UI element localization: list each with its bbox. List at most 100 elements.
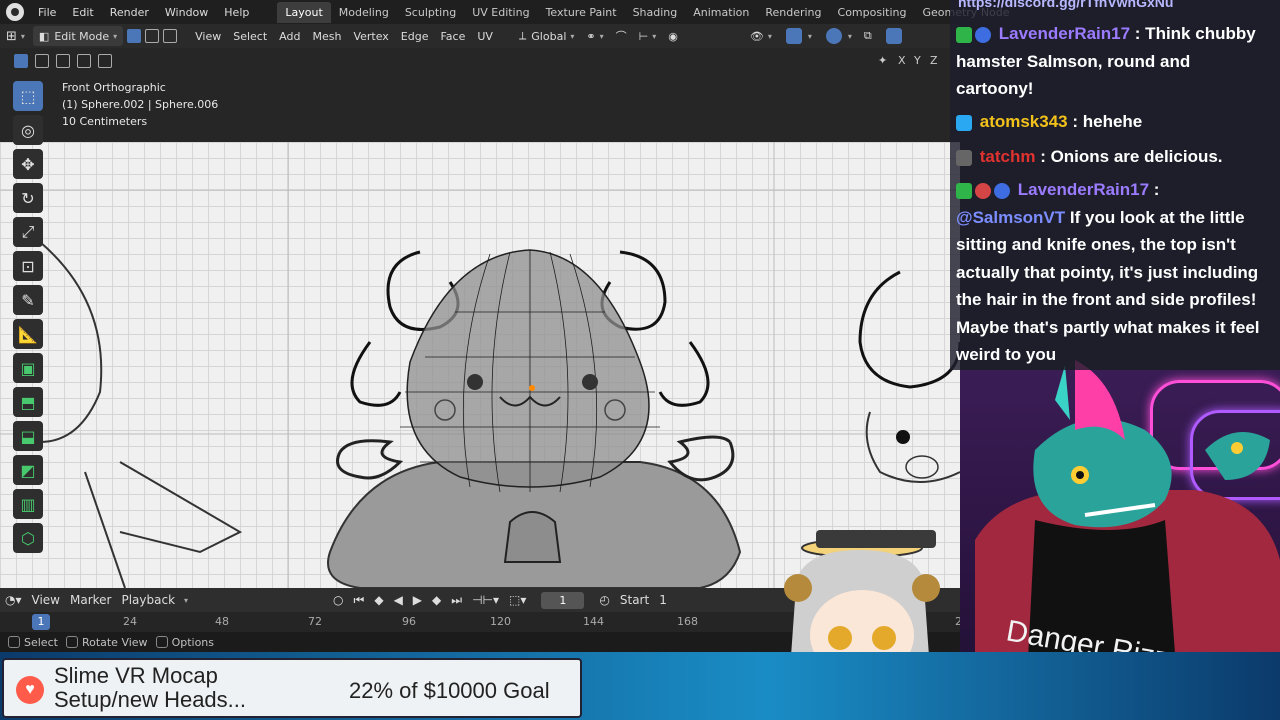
keyframe-type-icon[interactable]: ⬚▾ xyxy=(504,593,531,607)
knife-tool-icon[interactable]: ⬡ xyxy=(13,523,43,553)
menu-mesh[interactable]: Mesh xyxy=(306,26,347,46)
snap-icon[interactable]: ⌒ xyxy=(610,26,633,46)
select-new-icon[interactable] xyxy=(14,54,28,68)
menu-add[interactable]: Add xyxy=(273,26,306,46)
select-invert-icon[interactable] xyxy=(77,54,91,68)
chat-username[interactable]: tatchm xyxy=(980,147,1036,166)
menu-render[interactable]: Render xyxy=(102,6,157,19)
chat-mention[interactable]: @SalmsonVT xyxy=(956,208,1065,227)
chat-text: : xyxy=(1149,180,1160,199)
start-frame-field[interactable]: 1 xyxy=(654,593,672,607)
chat-text: : Onions are delicious. xyxy=(1035,147,1223,166)
next-keyframe-icon[interactable]: ◆ xyxy=(427,593,446,607)
pivot-icon[interactable]: ⚭ ▾ xyxy=(580,26,609,46)
current-frame-indicator[interactable]: 1 xyxy=(32,614,50,630)
play-reverse-icon[interactable]: ◀ xyxy=(389,593,408,607)
tick-label: 72 xyxy=(308,615,322,628)
menu-edit[interactable]: Edit xyxy=(64,6,101,19)
xray-icon[interactable]: ⧉ xyxy=(858,26,878,46)
rotate-tool-icon[interactable]: ↻ xyxy=(13,183,43,213)
tab-animation[interactable]: Animation xyxy=(685,2,757,23)
menu-select[interactable]: Select xyxy=(227,26,273,46)
menu-file[interactable]: File xyxy=(30,6,64,19)
inset-tool-icon[interactable]: ⬓ xyxy=(13,421,43,451)
start-label: Start xyxy=(619,593,650,607)
timeline-editor-icon[interactable]: ◔▾ xyxy=(0,593,27,607)
orientation-icon: ⟂ xyxy=(518,29,527,42)
chat-username[interactable]: LavenderRain17 xyxy=(1018,180,1149,199)
overlay-icon[interactable]: ▾ xyxy=(818,26,858,46)
scale-tool-icon[interactable]: ⤢ xyxy=(13,217,43,247)
chat-message: LavenderRain17 : @SalmsonVT If you look … xyxy=(956,176,1272,369)
cursor-tool-icon[interactable]: ◎ xyxy=(13,115,43,145)
transform-tool-icon[interactable]: ⊡ xyxy=(13,251,43,281)
tab-modeling[interactable]: Modeling xyxy=(331,2,397,23)
vip-badge-icon xyxy=(975,182,991,199)
play-icon[interactable]: ▶ xyxy=(408,593,427,607)
menu-help[interactable]: Help xyxy=(216,6,257,19)
blender-logo-icon[interactable] xyxy=(6,3,24,21)
menu-window[interactable]: Window xyxy=(157,6,216,19)
tab-texture-paint[interactable]: Texture Paint xyxy=(538,2,625,23)
select-extend-icon[interactable] xyxy=(35,54,49,68)
tab-uv-editing[interactable]: UV Editing xyxy=(464,2,537,23)
move-tool-icon[interactable]: ✥ xyxy=(13,149,43,179)
tab-rendering[interactable]: Rendering xyxy=(757,2,829,23)
tab-compositing[interactable]: Compositing xyxy=(830,2,915,23)
tick-label: 168 xyxy=(677,615,698,628)
face-select-icon[interactable] xyxy=(163,29,178,43)
add-cube-tool-icon[interactable]: ▣ xyxy=(13,353,43,383)
axis-z-toggle[interactable]: Z xyxy=(930,54,938,67)
jump-start-icon[interactable]: ⏮ xyxy=(349,593,370,608)
goal-title: Slime VR Mocap Setup/new Heads... xyxy=(54,663,247,712)
select-subtract-icon[interactable] xyxy=(56,54,70,68)
chat-username[interactable]: atomsk343 xyxy=(980,112,1068,131)
proportional-edit-icon[interactable]: ◉ xyxy=(662,26,684,46)
tab-sculpting[interactable]: Sculpting xyxy=(397,2,464,23)
chat-message: atomsk343 : hehehe xyxy=(956,108,1272,136)
orientation-dropdown[interactable]: ⟂ Global ▾ xyxy=(513,26,580,46)
editor-type-button[interactable]: ⊞ ▾ xyxy=(0,26,31,46)
moderator-badge-icon xyxy=(956,26,972,43)
3d-viewport[interactable]: Front Orthographic (1) Sphere.002 | Sphe… xyxy=(0,48,960,588)
select-intersect-icon[interactable] xyxy=(98,54,112,68)
stream-chat: https://discord.gg/rTfhVwnGxNu LavenderR… xyxy=(950,0,1280,370)
playback-dropdown-icon[interactable]: ▾ xyxy=(184,596,188,605)
axis-lock-icon[interactable]: ✦ xyxy=(878,54,887,67)
select-box-tool-icon[interactable]: ⬚ xyxy=(13,81,43,111)
axis-y-toggle[interactable]: Y xyxy=(914,54,921,67)
timeline-menu-marker[interactable]: Marker xyxy=(65,593,116,607)
shading-solid-icon[interactable] xyxy=(878,26,910,46)
menu-view[interactable]: View xyxy=(189,26,227,46)
chat-username[interactable]: LavenderRain17 xyxy=(999,24,1130,43)
chat-header-link[interactable]: https://discord.gg/rTfhVwnGxNu xyxy=(958,0,1173,10)
menu-uv[interactable]: UV xyxy=(471,26,499,46)
verified-badge-icon xyxy=(975,26,991,43)
extrude-tool-icon[interactable]: ⬒ xyxy=(13,387,43,417)
bevel-tool-icon[interactable]: ◩ xyxy=(13,455,43,485)
prev-keyframe-icon[interactable]: ◆ xyxy=(369,593,388,607)
annotate-tool-icon[interactable]: ✎ xyxy=(13,285,43,315)
gizmo-icon[interactable]: ▾ xyxy=(778,26,818,46)
current-frame-field[interactable]: 1 xyxy=(541,591,585,609)
visibility-icon[interactable]: 👁 ▾ xyxy=(744,26,778,46)
tab-shading[interactable]: Shading xyxy=(625,2,686,23)
menu-edge[interactable]: Edge xyxy=(395,26,435,46)
keying-set-icon[interactable]: ⊣⊢▾ xyxy=(467,593,504,607)
measure-tool-icon[interactable]: 📐 xyxy=(13,319,43,349)
vertex-select-icon[interactable] xyxy=(127,29,142,43)
timeline-menu-playback[interactable]: Playback xyxy=(116,593,180,607)
menu-face[interactable]: Face xyxy=(434,26,471,46)
orientation-label: Global xyxy=(531,29,567,43)
menu-vertex[interactable]: Vertex xyxy=(347,26,394,46)
axis-x-toggle[interactable]: X xyxy=(898,54,906,67)
loop-cut-tool-icon[interactable]: ▥ xyxy=(13,489,43,519)
auto-keying-icon[interactable]: ○ xyxy=(328,593,348,607)
tab-layout[interactable]: Layout xyxy=(277,1,331,23)
edge-select-icon[interactable] xyxy=(145,29,160,43)
timeline-menu-view[interactable]: View xyxy=(27,593,65,607)
mode-dropdown[interactable]: ◧ Edit Mode ▾ xyxy=(32,26,124,46)
jump-end-icon[interactable]: ⏭ xyxy=(446,593,467,608)
mouse-left-icon xyxy=(8,636,20,648)
snap-target-icon[interactable]: ⊢ ▾ xyxy=(633,26,663,46)
